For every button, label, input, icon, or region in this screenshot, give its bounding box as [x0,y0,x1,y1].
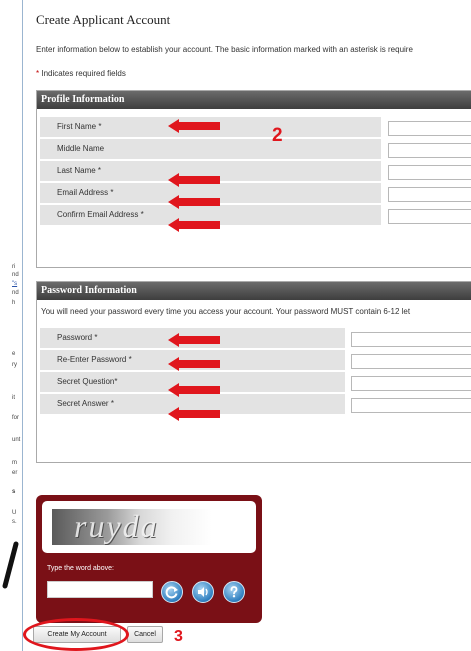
reenter-password-input[interactable] [351,354,471,369]
annotation-step-3: 3 [174,628,183,645]
strip-text: m [12,460,17,466]
strip-text: h [12,300,16,306]
audio-icon[interactable] [192,581,214,603]
captcha-word: ruyda [74,509,159,544]
strip-text: s. [12,519,17,525]
cancel-button[interactable]: Cancel [127,626,163,643]
captcha-label: Type the word above: [47,565,114,572]
strip-text: unt [12,437,21,443]
password-section: Password Information You will need your … [36,281,471,463]
first-name-label-text: First Name [57,122,97,131]
password-section-header: Password Information [37,282,471,300]
password-input[interactable] [351,332,471,347]
annotation-arrow [168,119,220,133]
first-name-input[interactable] [388,121,471,136]
email-input[interactable] [388,187,471,202]
secret-answer-label-text: Secret Answer [57,399,109,408]
reenter-password-label-text: Re-Enter Password [57,355,127,364]
required-star: * [98,122,102,131]
annotation-arrow [168,357,220,371]
strip-text: ry [12,362,17,368]
strip-text: for [12,415,20,421]
email-label-text: Email Address [57,188,109,197]
required-star: * [140,210,144,219]
confirm-email-input[interactable] [388,209,471,224]
annotation-arrow [168,333,220,347]
strip-text: it [12,395,15,401]
required-note-text: Indicates required fields [41,69,126,78]
required-star: * [110,188,114,197]
page-title: Create Applicant Account [36,12,171,27]
strip-text: ri [12,264,16,270]
strip-text: er [12,470,18,476]
captcha-image-frame: ruyda [42,501,256,553]
last-name-label-text: Last Name [57,166,96,175]
password-intro-text: You will need your password every time y… [41,307,411,316]
required-star: * [97,166,102,175]
profile-section: Profile Information First Name * Middle … [36,90,471,268]
secret-question-label-text: Secret Question [57,377,115,386]
annotation-arrow [168,195,220,209]
strip-text: nd [12,272,19,278]
required-note: * Indicates required fields [36,69,126,78]
strip-text: U [12,510,17,516]
password-label-text: Password [57,333,93,342]
secret-question-select[interactable] [351,376,471,391]
captcha-panel: ruyda Type the word above: [36,495,262,623]
annotation-circle [23,618,129,651]
middle-name-input[interactable] [388,143,471,158]
annotation-arrow [168,383,220,397]
annotation-arrow [168,218,220,232]
required-star: * [36,69,40,78]
strip-text: nd [12,290,19,296]
required-star: * [128,355,132,364]
last-name-input[interactable] [388,165,471,180]
annotation-arrow [168,407,220,421]
required-star: * [110,399,114,408]
strip-link[interactable]: "s [12,281,17,288]
confirm-email-label-text: Confirm Email Address [57,210,139,219]
required-star: * [114,377,118,386]
strip-text: s [12,489,16,495]
annotation-step-2: 2 [272,125,283,146]
secret-answer-input[interactable] [351,398,471,413]
middle-name-label-text: Middle Name [57,144,105,153]
required-star: * [94,333,98,342]
middle-name-label: Middle Name [40,139,381,160]
captcha-image: ruyda [52,509,212,545]
captcha-input[interactable] [47,581,153,598]
refresh-icon[interactable] [161,581,183,603]
help-icon[interactable] [223,581,245,603]
profile-section-header: Profile Information [37,91,471,109]
intro-text: Enter information below to establish you… [36,45,413,54]
strip-text: e [12,351,16,357]
annotation-arrow [168,173,220,187]
annotation-slash-mark [2,541,19,589]
